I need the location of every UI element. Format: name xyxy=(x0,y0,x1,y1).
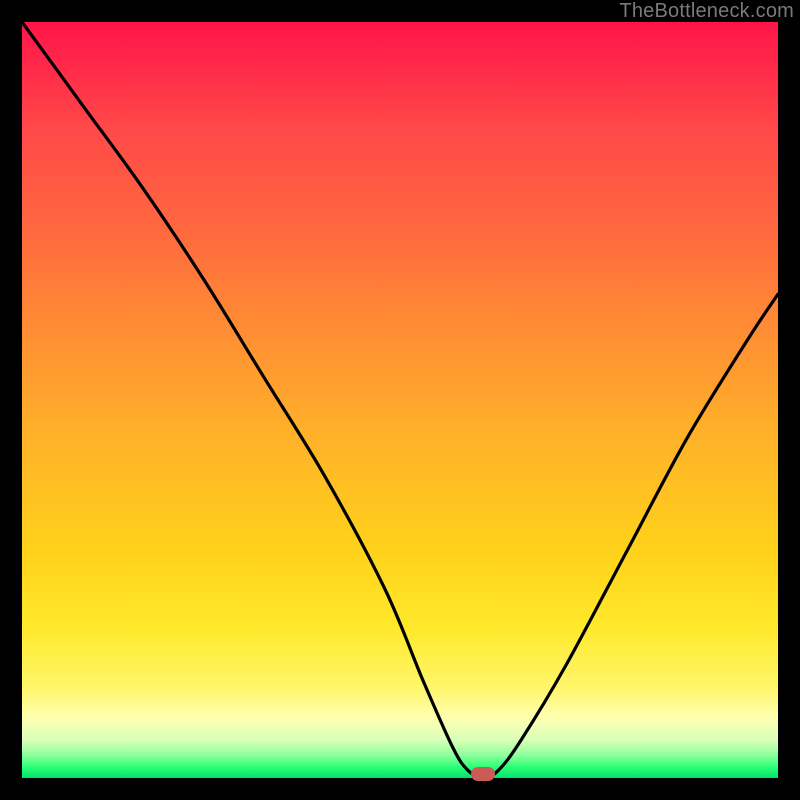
minimum-marker xyxy=(471,767,495,781)
watermark-text: TheBottleneck.com xyxy=(619,0,794,23)
chart-frame: TheBottleneck.com xyxy=(0,0,800,800)
bottleneck-curve xyxy=(22,22,778,778)
plot-area xyxy=(22,22,778,778)
